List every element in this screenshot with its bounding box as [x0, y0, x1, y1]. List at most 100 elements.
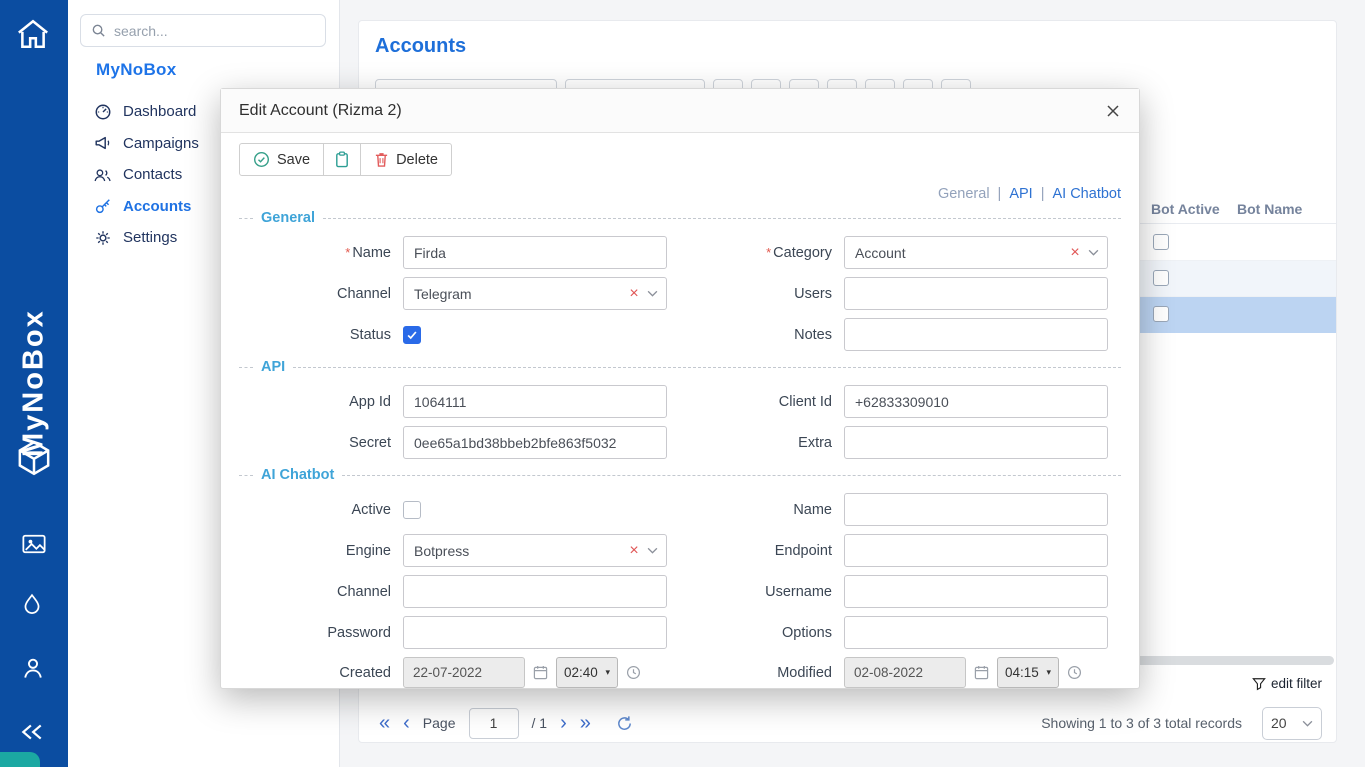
engine-label: Engine — [239, 543, 391, 559]
page-title: Accounts — [375, 35, 466, 58]
pagination-bar: « ‹ Page / 1 › » Showing 1 to 3 of 3 tot… — [359, 703, 1336, 743]
collapse-sidebar-icon[interactable] — [20, 722, 44, 747]
edit-filter-button[interactable]: edit filter — [1252, 676, 1322, 691]
save-button[interactable]: Save — [239, 143, 324, 176]
refresh-icon[interactable] — [616, 715, 633, 732]
calendar-icon[interactable] — [974, 665, 989, 680]
column-bot-name: Bot Name — [1237, 201, 1302, 217]
secret-field[interactable] — [403, 426, 667, 459]
bot-name-field[interactable] — [844, 493, 1108, 526]
section-api: API — [239, 359, 1121, 375]
options-field[interactable] — [844, 616, 1108, 649]
ink-drop-icon[interactable] — [21, 593, 43, 622]
client-id-field[interactable] — [844, 385, 1108, 418]
app-id-field[interactable] — [403, 385, 667, 418]
dashboard-icon — [93, 103, 112, 121]
options-label: Options — [680, 625, 832, 641]
tab-general[interactable]: General — [938, 186, 990, 202]
password-field[interactable] — [403, 616, 667, 649]
secret-label: Secret — [239, 435, 391, 451]
box-logo-icon — [14, 438, 54, 483]
page-label: Page — [423, 715, 456, 731]
profile-icon[interactable] — [21, 656, 45, 685]
endpoint-field[interactable] — [844, 534, 1108, 567]
caret-down-icon: ▾ — [1046, 667, 1051, 678]
tab-separator: | — [1041, 186, 1045, 202]
tab-ai-chatbot[interactable]: AI Chatbot — [1052, 186, 1121, 202]
check-circle-icon — [253, 151, 270, 168]
bot-name-label: Name — [680, 502, 832, 518]
gear-icon — [93, 229, 112, 247]
created-time-select[interactable]: 02:40 ▾ — [556, 657, 618, 688]
search-input[interactable] — [114, 23, 315, 39]
modal-body: Save Delete General | API | — [221, 133, 1139, 688]
tab-api[interactable]: API — [1009, 186, 1032, 202]
endpoint-label: Endpoint — [680, 543, 832, 559]
page-number-input[interactable] — [469, 708, 519, 739]
edit-account-modal: Edit Account (Rizma 2) Save — [220, 88, 1140, 689]
last-page-icon[interactable]: » — [580, 713, 591, 733]
username-label: Username — [680, 584, 832, 600]
caret-down-icon: ▾ — [605, 667, 610, 678]
chevron-down-icon — [647, 547, 658, 554]
username-field[interactable] — [844, 575, 1108, 608]
home-icon[interactable] — [16, 18, 50, 55]
icon-rail: MyNoBox — [0, 0, 68, 767]
bot-channel-label: Channel — [239, 584, 391, 600]
created-label: Created — [239, 665, 391, 681]
modified-date-field[interactable] — [844, 657, 966, 688]
password-label: Password — [239, 625, 391, 641]
clock-icon[interactable] — [1067, 665, 1082, 680]
extra-field[interactable] — [844, 426, 1108, 459]
bot-active-checkbox[interactable] — [1153, 270, 1169, 286]
clear-icon[interactable]: × — [1068, 245, 1082, 261]
close-icon[interactable] — [1105, 103, 1121, 119]
status-checkbox[interactable] — [403, 326, 421, 344]
search-icon — [91, 23, 106, 38]
clipboard-icon — [334, 151, 350, 168]
clear-icon[interactable]: × — [627, 543, 641, 559]
page-size-value: 20 — [1271, 715, 1287, 731]
next-page-icon[interactable]: › — [560, 713, 567, 733]
name-field[interactable] — [403, 236, 667, 269]
channel-select[interactable]: Telegram × — [403, 277, 667, 310]
save-label: Save — [277, 152, 310, 168]
page-total: / 1 — [532, 715, 548, 731]
calendar-icon[interactable] — [533, 665, 548, 680]
modal-toolbar: Save Delete — [239, 143, 452, 176]
sidebar-item-label: Settings — [123, 229, 177, 246]
bot-channel-field[interactable] — [403, 575, 667, 608]
created-date-field[interactable] — [403, 657, 525, 688]
megaphone-icon — [93, 134, 112, 152]
category-select[interactable]: Account × — [844, 236, 1108, 269]
modified-time-select[interactable]: 04:15 ▾ — [997, 657, 1059, 688]
funnel-icon — [1252, 677, 1266, 691]
chevron-down-icon — [1088, 249, 1099, 256]
engine-select[interactable]: Botpress × — [403, 534, 667, 567]
gallery-icon[interactable] — [21, 532, 47, 561]
channel-label: Channel — [239, 286, 391, 302]
notes-label: Notes — [680, 327, 832, 343]
delete-label: Delete — [396, 152, 438, 168]
section-ai-chatbot: AI Chatbot — [239, 467, 1121, 483]
modal-title: Edit Account (Rizma 2) — [239, 102, 402, 120]
sidebar-item-label: Campaigns — [123, 135, 199, 152]
bot-active-checkbox[interactable] — [1153, 234, 1169, 250]
teal-accent — [0, 752, 40, 767]
bot-active-checkbox[interactable] — [1153, 306, 1169, 322]
clock-icon[interactable] — [626, 665, 641, 680]
client-id-label: Client Id — [680, 394, 832, 410]
clipboard-button[interactable] — [323, 143, 361, 176]
notes-field[interactable] — [844, 318, 1108, 351]
active-checkbox[interactable] — [403, 501, 421, 519]
delete-button[interactable]: Delete — [360, 143, 452, 176]
records-summary: Showing 1 to 3 of 3 total records — [1041, 715, 1242, 731]
first-page-icon[interactable]: « — [379, 713, 390, 733]
users-field[interactable] — [844, 277, 1108, 310]
clear-icon[interactable]: × — [627, 286, 641, 302]
extra-label: Extra — [680, 435, 832, 451]
prev-page-icon[interactable]: ‹ — [403, 713, 410, 733]
active-label: Active — [239, 502, 391, 518]
search-box[interactable] — [80, 14, 326, 47]
page-size-select[interactable]: 20 — [1262, 707, 1322, 740]
